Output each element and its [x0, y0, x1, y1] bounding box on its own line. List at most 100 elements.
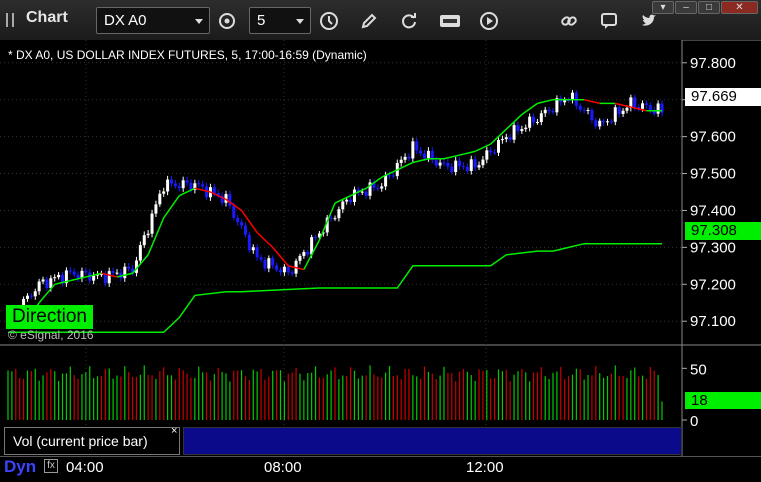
candle-body — [236, 217, 240, 223]
candle-body — [528, 116, 532, 128]
candle-body — [578, 105, 582, 110]
candle-body — [103, 274, 107, 284]
volume-tick-label: 50 — [690, 361, 707, 378]
clock-icon[interactable] — [316, 8, 342, 34]
candle-body — [349, 199, 353, 203]
candle-body — [150, 213, 154, 234]
candle-body — [212, 187, 216, 193]
candle-body — [570, 92, 574, 100]
chevron-down-icon[interactable] — [296, 19, 304, 24]
candle-body — [477, 165, 481, 168]
volume-tick-label: 0 — [690, 413, 698, 430]
time-label: 08:00 — [264, 459, 302, 476]
candle-body — [461, 166, 465, 168]
candle-body — [255, 247, 259, 258]
candle-body — [232, 205, 236, 218]
candle-body — [57, 274, 61, 278]
volume-study-strip — [183, 427, 682, 455]
candle-body — [111, 271, 115, 273]
candle-body — [535, 122, 539, 124]
volume-study-label[interactable]: Vol (current price bar) — [4, 427, 180, 455]
candle-body — [504, 137, 508, 140]
candle-body — [45, 279, 49, 289]
candle-body — [72, 271, 76, 275]
link-icon[interactable] — [556, 8, 582, 34]
refresh-icon[interactable] — [396, 8, 422, 34]
candle-body — [407, 156, 411, 159]
candle-body — [115, 272, 119, 274]
drag-grip-icon[interactable] — [6, 13, 14, 27]
candle-body — [625, 107, 629, 111]
candle-body — [333, 218, 337, 220]
comment-icon[interactable] — [596, 8, 622, 34]
candle-body — [302, 252, 306, 256]
candle-body — [247, 234, 251, 251]
candle-body — [380, 186, 384, 189]
candle-body — [532, 116, 536, 123]
candle-body — [259, 257, 263, 260]
dynamic-label[interactable]: Dyn — [4, 457, 36, 477]
candle-body — [500, 139, 504, 141]
candle-body — [33, 291, 37, 297]
candle-body — [458, 160, 462, 167]
candle-body — [181, 180, 185, 189]
volume-bars — [7, 365, 663, 420]
candle-body — [465, 166, 469, 172]
maximize-button[interactable]: □ — [698, 1, 720, 14]
candle-body — [306, 252, 310, 255]
candle-body — [493, 152, 497, 154]
formula-icon[interactable]: fx — [44, 459, 58, 473]
candle-body — [415, 141, 419, 151]
candle-body — [516, 125, 520, 132]
symbol-input[interactable]: DX A0 — [96, 7, 210, 34]
close-icon[interactable]: × — [171, 425, 177, 437]
candle-body — [345, 199, 349, 202]
candle-body — [520, 129, 524, 132]
candle-body — [341, 201, 345, 210]
candle-body — [286, 266, 290, 273]
candle-body — [185, 180, 189, 183]
window-title: Chart — [26, 9, 68, 26]
interval-input[interactable]: 5 — [249, 7, 311, 34]
price-tick-label: 97.600 — [690, 129, 736, 146]
candle-body — [524, 127, 528, 130]
candle-body — [127, 266, 131, 269]
chart-area[interactable]: 97.80097.70097.60097.50097.40097.30097.2… — [0, 40, 761, 456]
pencil-icon[interactable] — [356, 8, 382, 34]
candle-body — [609, 121, 613, 123]
candle-body — [489, 150, 493, 153]
candle-body — [92, 275, 96, 281]
window-options-button[interactable]: ▾ — [652, 1, 674, 14]
candle-body — [352, 189, 356, 203]
candle-body — [613, 107, 617, 122]
minimize-button[interactable]: – — [675, 1, 697, 14]
direction-label[interactable]: Direction — [6, 305, 93, 329]
symbol-value: DX A0 — [104, 12, 147, 29]
candle-body — [158, 193, 162, 205]
last-price-tag: 97.669 — [685, 88, 761, 106]
candle-body — [298, 255, 302, 261]
candle-body — [376, 187, 380, 189]
chevron-down-icon[interactable] — [195, 19, 203, 24]
candle-body — [469, 159, 473, 172]
candle-body — [594, 120, 598, 127]
get-icon[interactable] — [437, 8, 463, 34]
candle-body — [403, 156, 407, 160]
time-label: 04:00 — [66, 459, 104, 476]
volume-value-tag: 18 — [685, 392, 761, 409]
bar-settings-icon[interactable] — [214, 8, 240, 34]
candle-body — [240, 222, 244, 226]
price-tick-label: 97.800 — [690, 55, 736, 72]
candle-body — [68, 270, 72, 272]
candle-body — [426, 150, 430, 159]
close-button[interactable]: ✕ — [721, 1, 758, 14]
interval-value: 5 — [257, 12, 266, 29]
candle-body — [177, 186, 181, 189]
study-price-tag: 97.308 — [685, 222, 761, 240]
candle-body — [606, 121, 609, 123]
play-icon[interactable] — [476, 8, 502, 34]
candle-body — [384, 175, 388, 187]
candle-body — [251, 247, 255, 251]
candle-body — [450, 166, 454, 173]
candle-body — [271, 258, 275, 266]
